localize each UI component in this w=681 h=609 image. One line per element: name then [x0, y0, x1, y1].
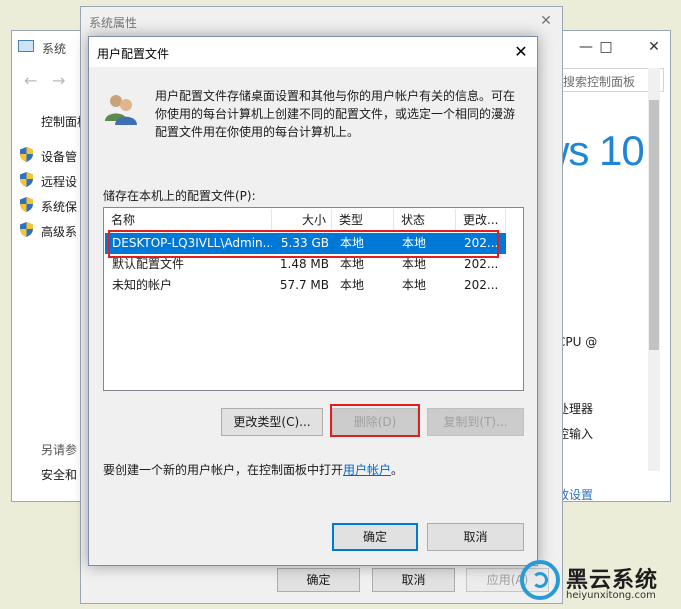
shield-icon: [20, 197, 33, 212]
see-also-heading: 另请参: [41, 443, 78, 457]
watermark-logo-icon: [520, 560, 560, 600]
dialog-title: 用户配置文件: [97, 47, 170, 61]
hint-text: 要创建一个新的用户帐户，在控制面板中打开: [103, 463, 344, 477]
column-header-size[interactable]: 大小: [272, 209, 332, 231]
dialog-description: 用户配置文件存储桌面设置和其他与你的用户帐户有关的信息。可在你使用的每台计算机上…: [155, 89, 516, 139]
delete-highlight-box: [330, 404, 420, 437]
search-placeholder: 搜索控制面板: [563, 75, 636, 89]
profile-name: 未知的帐户: [112, 278, 173, 292]
shield-icon: [20, 147, 33, 162]
hint-suffix: 。: [391, 463, 404, 477]
close-icon[interactable]: ✕: [507, 40, 535, 64]
create-account-hint: 要创建一个新的用户帐户，在控制面板中打开用户帐户。: [103, 461, 403, 478]
back-arrow-icon[interactable]: ←: [24, 71, 37, 90]
computer-icon: [18, 40, 34, 52]
dialog-ok-button[interactable]: 确定: [332, 523, 418, 551]
properties-ok-button[interactable]: 确定: [277, 568, 360, 592]
profiles-list-label: 储存在本机上的配置文件(P):: [103, 189, 256, 203]
profile-modified: 202...: [464, 278, 499, 292]
cpu-text: CPU @: [557, 335, 598, 349]
column-header-name[interactable]: 名称: [104, 209, 272, 231]
sidebar-item-remote-settings[interactable]: 远程设: [41, 173, 77, 190]
user-accounts-link[interactable]: 用户帐户: [343, 463, 391, 477]
users-icon: [105, 95, 137, 125]
watermark-url: heiyunxitong.com: [566, 590, 656, 601]
scrollbar-thumb[interactable]: [649, 100, 659, 350]
dialog-cancel-button[interactable]: 取消: [427, 523, 524, 551]
copy-to-button[interactable]: 复制到(T)...: [427, 408, 524, 436]
system-window-title: 系统: [42, 42, 67, 56]
security-maintenance-link[interactable]: 安全和: [41, 466, 77, 483]
shield-icon: [20, 222, 33, 237]
column-header-type[interactable]: 类型: [332, 209, 394, 231]
sidebar-item-device-manager[interactable]: 设备管: [41, 148, 77, 165]
table-row[interactable]: 未知的帐户 57.7 MB 本地 本地 202...: [105, 275, 506, 296]
profile-type: 本地: [340, 278, 365, 292]
profile-status: 本地: [402, 278, 427, 292]
shield-icon: [20, 172, 33, 187]
forward-arrow-icon[interactable]: →: [52, 71, 65, 90]
selected-row-highlight-box: [108, 230, 499, 258]
properties-cancel-button[interactable]: 取消: [372, 568, 455, 592]
profile-size: 57.7 MB: [279, 278, 329, 292]
close-icon[interactable]: ✕: [533, 10, 559, 32]
change-type-button[interactable]: 更改类型(C)...: [221, 408, 323, 436]
close-icon[interactable]: ✕: [640, 35, 668, 59]
column-header-modified[interactable]: 更改...: [456, 209, 506, 231]
maximize-icon[interactable]: □: [592, 35, 620, 59]
sidebar-item-advanced-settings[interactable]: 高级系: [41, 223, 77, 240]
sidebar-item-system-protection[interactable]: 系统保: [41, 198, 77, 215]
dialog-titlebar: 用户配置文件 ✕: [89, 37, 537, 67]
user-profiles-dialog: 用户配置文件 ✕ 用户配置文件存储桌面设置和其他与你的用户帐户有关的信息。可在你…: [88, 36, 538, 566]
system-properties-title: 系统属性: [89, 16, 138, 30]
column-header-status[interactable]: 状态: [394, 209, 456, 231]
